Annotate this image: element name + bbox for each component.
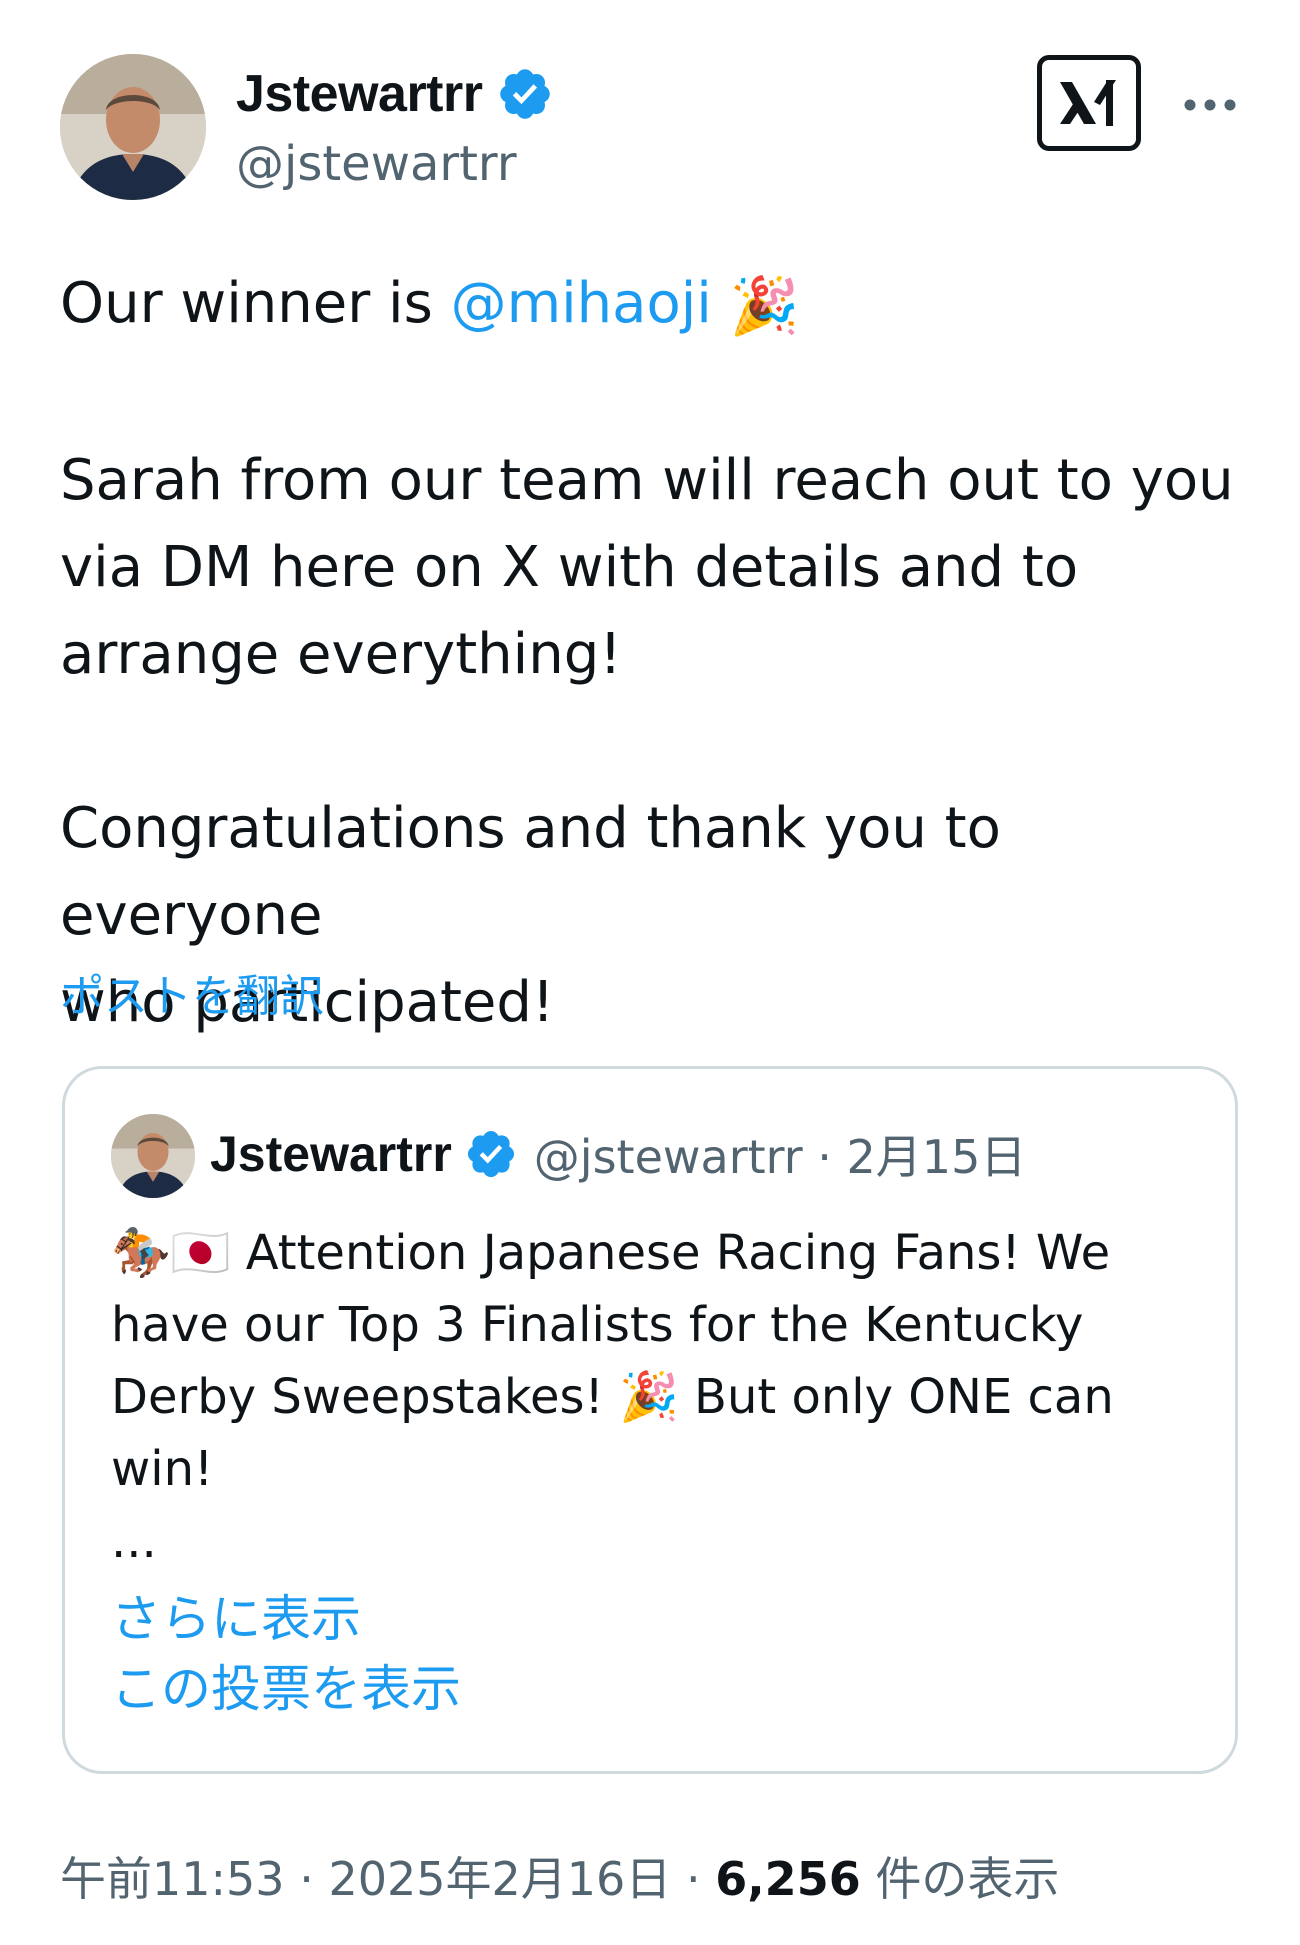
- post-page: Jstewartrr @jstewartrr Our winner is @mi…: [0, 0, 1300, 1945]
- footer-separator: ·: [284, 1852, 329, 1906]
- post-date[interactable]: 2025年2月16日: [328, 1852, 671, 1906]
- quoted-avatar: [111, 1114, 195, 1198]
- post-paragraph-2: Sarah from our team will reach out to yo…: [60, 448, 1234, 688]
- post-line-prefix: Our winner is: [60, 271, 451, 336]
- author-name-row: Jstewartrr: [236, 64, 554, 124]
- xai-logo-icon[interactable]: [1037, 55, 1141, 151]
- show-more-link[interactable]: さらに表示: [111, 1579, 361, 1651]
- more-options-icon[interactable]: [1182, 92, 1238, 118]
- footer-separator-2: ·: [671, 1852, 716, 1906]
- party-popper-icon: 🎉: [729, 274, 800, 340]
- quoted-ellipsis: ...: [111, 1513, 157, 1569]
- verified-badge-icon[interactable]: [496, 65, 554, 123]
- quoted-separator: ·: [802, 1130, 847, 1184]
- quoted-header: Jstewartrr @jstewartrr · 2月15日: [210, 1121, 1026, 1187]
- quoted-text: 🏇🇯🇵 Attention Japanese Racing Fans! We h…: [111, 1217, 1191, 1577]
- author-handle[interactable]: @jstewartrr: [236, 136, 517, 192]
- quoted-post-card[interactable]: Jstewartrr @jstewartrr · 2月15日 🏇🇯🇵 Atten…: [62, 1066, 1238, 1774]
- horse-racing-icon: 🏇: [111, 1225, 171, 1281]
- translate-post-link[interactable]: ポストを翻訳: [60, 960, 324, 1024]
- quoted-handle: @jstewartrr: [533, 1130, 803, 1184]
- quoted-display-name: Jstewartrr: [210, 1126, 452, 1182]
- post-footer: 午前11:53 · 2025年2月16日 · 6,256 件の表示: [60, 1843, 1059, 1909]
- quoted-meta: @jstewartrr · 2月15日: [534, 1121, 1027, 1187]
- show-poll-link[interactable]: この投票を表示: [111, 1649, 461, 1721]
- post-time[interactable]: 午前11:53: [60, 1852, 285, 1906]
- post-text: Our winner is @mihaoji 🎉 Sarah from our …: [60, 260, 1260, 1046]
- mention-link[interactable]: @mihaoji: [451, 271, 712, 336]
- views-count: 6,256: [715, 1852, 861, 1906]
- japan-flag-icon: 🇯🇵: [170, 1225, 231, 1281]
- avatar[interactable]: [60, 54, 206, 200]
- quoted-date: 2月15日: [846, 1130, 1027, 1184]
- author-display-name[interactable]: Jstewartrr: [236, 64, 483, 124]
- views-label: 件の表示: [875, 1852, 1060, 1906]
- quoted-party-popper-icon: 🎉: [619, 1369, 679, 1425]
- quoted-verified-badge-icon: [464, 1127, 518, 1181]
